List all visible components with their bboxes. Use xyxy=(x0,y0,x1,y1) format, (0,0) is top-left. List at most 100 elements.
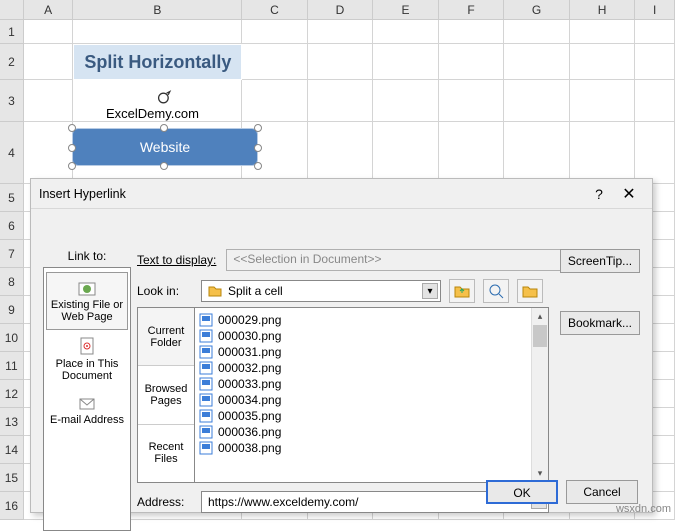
file-item[interactable]: 000029.png xyxy=(197,312,546,328)
cell[interactable] xyxy=(504,44,570,80)
cell[interactable] xyxy=(373,44,439,80)
cell[interactable] xyxy=(570,122,636,184)
row-header-15[interactable]: 15 xyxy=(0,464,24,492)
col-header-D[interactable]: D xyxy=(308,0,374,20)
look-in-dropdown[interactable]: Split a cell ▾ xyxy=(201,280,441,302)
screentip-button[interactable]: ScreenTip... xyxy=(560,249,640,273)
col-header-C[interactable]: C xyxy=(242,0,308,20)
resize-handle[interactable] xyxy=(68,144,76,152)
col-header-A[interactable]: A xyxy=(24,0,74,20)
cell[interactable] xyxy=(570,20,636,44)
row-header-7[interactable]: 7 xyxy=(0,240,24,268)
select-all-corner[interactable] xyxy=(0,0,24,20)
row-header-11[interactable]: 11 xyxy=(0,352,24,380)
cell[interactable] xyxy=(24,44,74,80)
cell[interactable] xyxy=(439,20,505,44)
cell[interactable] xyxy=(308,122,374,184)
cell-b2[interactable]: Split Horizontally xyxy=(73,44,242,80)
close-button[interactable]: ✕ xyxy=(614,184,644,204)
cell[interactable] xyxy=(308,44,374,80)
row-header-12[interactable]: 12 xyxy=(0,380,24,408)
cell[interactable] xyxy=(439,80,505,122)
ok-button[interactable]: OK xyxy=(486,480,558,504)
cell[interactable] xyxy=(373,20,439,44)
tab-recent-files[interactable]: RecentFiles xyxy=(138,425,194,482)
linkto-place-in-doc[interactable]: Place in This Document xyxy=(46,330,128,388)
col-header-F[interactable]: F xyxy=(439,0,505,20)
browse-web-button[interactable] xyxy=(483,279,509,303)
file-item[interactable]: 000038.png xyxy=(197,440,546,456)
resize-handle[interactable] xyxy=(68,162,76,170)
cell[interactable] xyxy=(24,122,74,184)
row-header-2[interactable]: 2 xyxy=(0,44,24,80)
cell[interactable] xyxy=(504,80,570,122)
col-header-G[interactable]: G xyxy=(504,0,570,20)
file-item[interactable]: 000034.png xyxy=(197,392,546,408)
row-header-3[interactable]: 3 xyxy=(0,80,24,122)
tab-browsed-pages[interactable]: BrowsedPages xyxy=(138,366,194,424)
row-header-1[interactable]: 1 xyxy=(0,20,24,44)
cell[interactable] xyxy=(24,20,74,44)
file-item[interactable]: 000033.png xyxy=(197,376,546,392)
row-header-9[interactable]: 9 xyxy=(0,296,24,324)
cell[interactable] xyxy=(570,44,636,80)
cell[interactable] xyxy=(635,44,675,80)
resize-handle[interactable] xyxy=(160,124,168,132)
cell[interactable] xyxy=(373,122,439,184)
cell[interactable] xyxy=(635,122,675,184)
cell[interactable] xyxy=(635,20,675,44)
scrollbar[interactable]: ▴ ▾ xyxy=(531,308,548,482)
cancel-button[interactable]: Cancel xyxy=(566,480,638,504)
cell[interactable] xyxy=(242,44,308,80)
dialog-titlebar[interactable]: Insert Hyperlink ? ✕ xyxy=(31,179,652,209)
linkto-email[interactable]: E-mail Address xyxy=(46,388,128,432)
resize-handle[interactable] xyxy=(254,124,262,132)
cell[interactable] xyxy=(308,20,374,44)
resize-handle[interactable] xyxy=(68,124,76,132)
cell[interactable] xyxy=(635,80,675,122)
cell[interactable] xyxy=(504,122,570,184)
cell[interactable] xyxy=(373,80,439,122)
scroll-thumb[interactable] xyxy=(533,325,547,347)
scroll-up-icon[interactable]: ▴ xyxy=(532,308,548,325)
resize-handle[interactable] xyxy=(254,144,262,152)
col-header-H[interactable]: H xyxy=(570,0,636,20)
dropdown-arrow-icon[interactable]: ▾ xyxy=(422,283,438,299)
row-header-5[interactable]: 5 xyxy=(0,184,24,212)
file-item[interactable]: 000030.png xyxy=(197,328,546,344)
cell[interactable] xyxy=(439,44,505,80)
help-button[interactable]: ? xyxy=(584,186,614,202)
resize-handle[interactable] xyxy=(160,162,168,170)
row-header-13[interactable]: 13 xyxy=(0,408,24,436)
cell[interactable] xyxy=(242,20,308,44)
tab-current-folder[interactable]: CurrentFolder xyxy=(138,308,194,366)
cell[interactable] xyxy=(504,20,570,44)
cell[interactable] xyxy=(308,80,374,122)
row-header-10[interactable]: 10 xyxy=(0,324,24,352)
bookmark-button[interactable]: Bookmark... xyxy=(560,311,640,335)
cell[interactable] xyxy=(439,122,505,184)
cell[interactable] xyxy=(570,80,636,122)
linkto-existing-file[interactable]: Existing File or Web Page xyxy=(46,272,128,330)
row-header-16[interactable]: 16 xyxy=(0,492,24,520)
up-folder-button[interactable] xyxy=(449,279,475,303)
row-header-6[interactable]: 6 xyxy=(0,212,24,240)
browse-file-button[interactable] xyxy=(517,279,543,303)
col-header-I[interactable]: I xyxy=(635,0,675,20)
row-header-4[interactable]: 4 xyxy=(0,122,24,184)
file-item[interactable]: 000035.png xyxy=(197,408,546,424)
row-header-8[interactable]: 8 xyxy=(0,268,24,296)
col-header-B[interactable]: B xyxy=(73,0,242,20)
file-list[interactable]: 000029.png000030.png000031.png000032.png… xyxy=(195,307,549,483)
cell[interactable] xyxy=(24,80,74,122)
cell[interactable] xyxy=(242,80,308,122)
file-item[interactable]: 000031.png xyxy=(197,344,546,360)
col-header-E[interactable]: E xyxy=(373,0,439,20)
resize-handle[interactable] xyxy=(254,162,262,170)
file-item[interactable]: 000036.png xyxy=(197,424,546,440)
website-shape[interactable]: Website xyxy=(72,128,258,166)
row-header-14[interactable]: 14 xyxy=(0,436,24,464)
file-item[interactable]: 000032.png xyxy=(197,360,546,376)
image-file-icon xyxy=(199,425,213,439)
cell[interactable] xyxy=(73,20,242,44)
